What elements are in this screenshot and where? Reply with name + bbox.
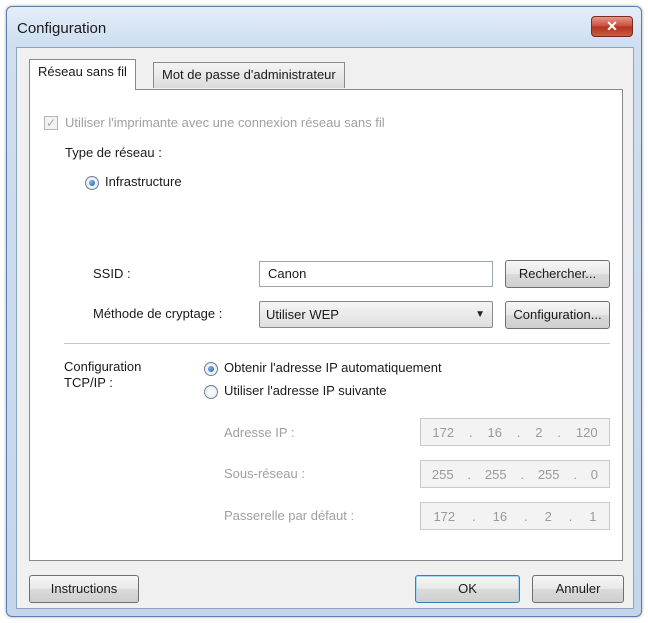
tab-label: Mot de passe d'administrateur [162, 67, 336, 82]
tab-wireless-network[interactable]: Réseau sans fil [29, 59, 136, 90]
close-icon: ✕ [606, 18, 618, 34]
chevron-down-icon: ▼ [475, 309, 485, 320]
gateway-octet: 2 [544, 508, 552, 524]
instructions-button[interactable]: Instructions [29, 575, 139, 603]
search-button[interactable]: Rechercher... [505, 260, 610, 288]
tcpip-label-line2: TCP/IP : [64, 375, 113, 390]
encryption-select[interactable]: Utiliser WEP ▼ [259, 301, 493, 328]
ip-octet: 172 [432, 424, 455, 440]
manual-ip-label: Utiliser l'adresse IP suivante [224, 383, 387, 398]
encryption-label: Méthode de cryptage : [93, 306, 223, 321]
gateway-octet: 172 [433, 508, 456, 524]
encryption-value: Utiliser WEP [266, 307, 339, 322]
infrastructure-label: Infrastructure [105, 174, 182, 189]
ip-address-label: Adresse IP : [224, 425, 295, 440]
network-type-label: Type de réseau : [65, 145, 162, 160]
wireless-tab-panel: ✓ Utiliser l'imprimante avec une connexi… [29, 89, 623, 561]
dialog-client-area: Réseau sans fil Mot de passe d'administr… [16, 47, 634, 609]
ok-button[interactable]: OK [415, 575, 520, 603]
subnet-octet: 255 [431, 466, 454, 482]
subnet-field[interactable]: 255. 255. 255. 0 [420, 460, 610, 488]
use-wireless-label: Utiliser l'imprimante avec une connexion… [65, 115, 385, 130]
close-button[interactable]: ✕ [591, 16, 633, 37]
ip-octet: 2 [535, 424, 543, 440]
tcpip-label-line1: Configuration [64, 359, 142, 374]
subnet-octet: 255 [537, 466, 560, 482]
subnet-octet: 255 [484, 466, 507, 482]
cancel-button[interactable]: Annuler [532, 575, 624, 603]
window-title: Configuration [17, 20, 107, 37]
auto-ip-radio[interactable] [204, 362, 218, 376]
tab-admin-password[interactable]: Mot de passe d'administrateur [153, 62, 345, 88]
infrastructure-radio[interactable] [85, 176, 99, 190]
title-bar[interactable]: Configuration ✕ [7, 7, 641, 47]
ssid-input[interactable]: Canon [259, 261, 493, 287]
auto-ip-label: Obtenir l'adresse IP automatiquement [224, 360, 442, 375]
ip-octet: 120 [575, 424, 598, 440]
tab-label: Réseau sans fil [38, 64, 127, 79]
gateway-field[interactable]: 172. 16. 2. 1 [420, 502, 610, 530]
gateway-octet: 16 [492, 508, 508, 524]
use-wireless-checkbox[interactable]: ✓ [44, 116, 58, 130]
ip-octet: 16 [487, 424, 502, 440]
gateway-octet: 1 [589, 508, 597, 524]
configuration-dialog: Configuration ✕ Réseau sans fil Mot de p… [6, 6, 642, 617]
subnet-label: Sous-réseau : [224, 466, 305, 481]
gateway-label: Passerelle par défaut : [224, 508, 355, 523]
section-divider [64, 343, 610, 345]
subnet-octet: 0 [590, 466, 598, 482]
encryption-configuration-button[interactable]: Configuration... [505, 301, 610, 329]
checkmark-icon: ✓ [45, 116, 57, 130]
ssid-label: SSID : [93, 266, 131, 281]
manual-ip-radio[interactable] [204, 385, 218, 399]
ip-address-field[interactable]: 172. 16. 2. 120 [420, 418, 610, 446]
